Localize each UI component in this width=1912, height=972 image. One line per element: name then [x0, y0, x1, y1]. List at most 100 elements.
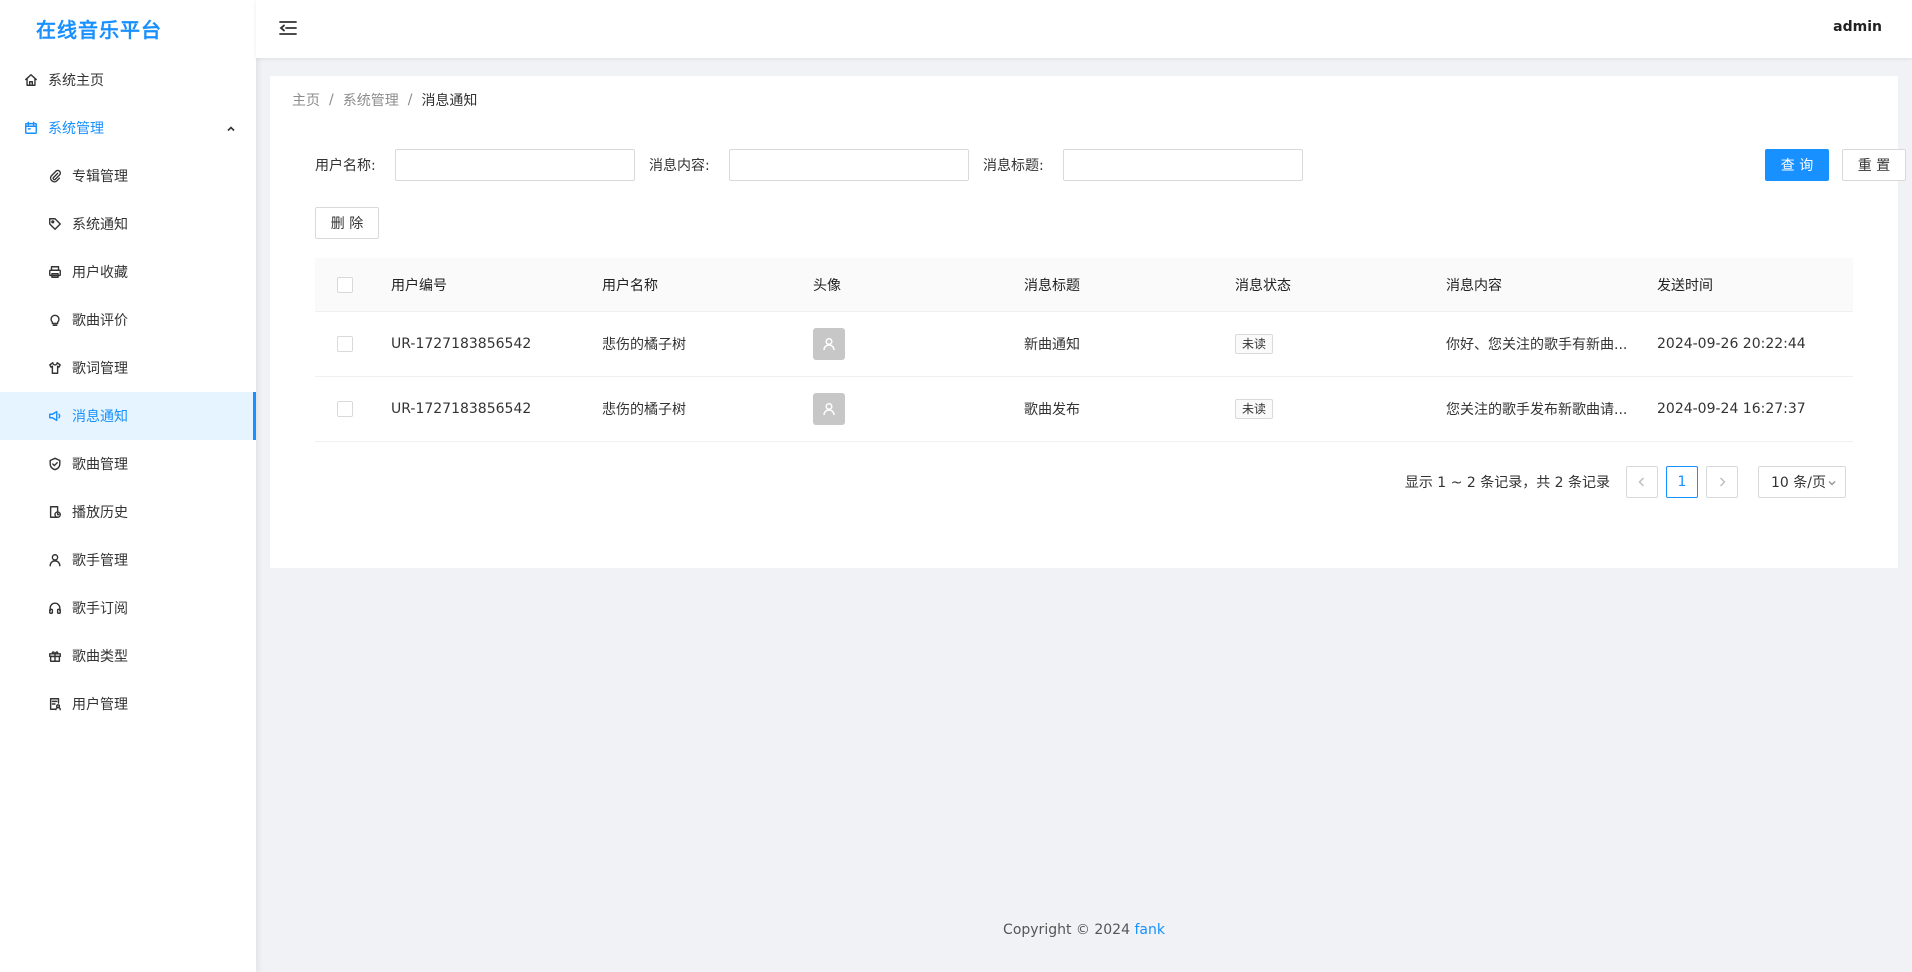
sidebar-item-song-review[interactable]: 歌曲评价	[0, 296, 256, 344]
megaphone-icon	[48, 409, 62, 423]
content-card: 主页 / 系统管理 / 消息通知 用户名称: 消息内容: 消息标题: 查 询 重…	[270, 76, 1906, 568]
pagination: 显示 1 ~ 2 条记录，共 2 条记录 1 10 条/页	[1405, 466, 1846, 498]
bulb-icon	[48, 313, 62, 327]
breadcrumb-separator: /	[407, 92, 413, 108]
page-size-value: 10 条/页	[1771, 475, 1826, 491]
paperclip-icon	[48, 169, 62, 183]
avatar	[813, 328, 845, 360]
gift-icon	[48, 649, 62, 663]
sidebar-item-label: 歌曲管理	[72, 457, 128, 473]
top-header: admin	[256, 0, 1912, 58]
home-icon	[24, 73, 38, 87]
table-header: 用户编号 用户名称 头像 消息标题 消息状态 消息内容 发送时间	[315, 258, 1853, 312]
sidebar-item-lyrics[interactable]: 歌词管理	[0, 344, 256, 392]
cell-time: 2024-09-26 20:22:44	[1657, 336, 1806, 352]
prev-page-button[interactable]	[1626, 466, 1658, 498]
messages-table: 用户编号 用户名称 头像 消息标题 消息状态 消息内容 发送时间 UR-1727…	[315, 258, 1853, 442]
row-checkbox[interactable]	[337, 401, 353, 417]
sidebar-item-label: 消息通知	[72, 409, 128, 425]
reset-button[interactable]: 重 置	[1842, 149, 1906, 181]
sidebar-item-messages[interactable]: 消息通知	[0, 392, 256, 440]
table-row[interactable]: UR-1727183856542 悲伤的橘子树 新曲通知 未读 你好、您关注的歌…	[315, 312, 1853, 377]
title-label: 消息标题:	[983, 158, 1044, 174]
select-all-checkbox[interactable]	[337, 276, 353, 293]
user-name-input[interactable]	[395, 149, 635, 181]
cell-title: 歌曲发布	[1024, 402, 1080, 418]
next-page-button[interactable]	[1706, 466, 1738, 498]
sidebar-item-users[interactable]: 用户管理	[0, 680, 256, 728]
sidebar-item-label: 系统通知	[72, 217, 128, 233]
delete-button[interactable]: 删 除	[315, 207, 379, 239]
sidebar-item-label: 用户管理	[72, 697, 128, 713]
breadcrumb: 主页 / 系统管理 / 消息通知	[292, 90, 477, 110]
sidebar-item-label: 歌手管理	[72, 553, 128, 569]
copyright-text: Copyright © 2024	[1003, 922, 1130, 938]
user-icon	[823, 402, 835, 416]
column-header: 消息状态	[1235, 277, 1291, 294]
user-file-icon	[48, 697, 62, 711]
printer-icon	[48, 265, 62, 279]
sidebar-item-song-types[interactable]: 歌曲类型	[0, 632, 256, 680]
page-size-select[interactable]: 10 条/页	[1758, 466, 1846, 498]
title-field: 消息标题:	[983, 148, 1303, 182]
app-title: 在线音乐平台	[36, 17, 162, 42]
sidebar-item-system-notice[interactable]: 系统通知	[0, 200, 256, 248]
sidebar-item-label: 歌词管理	[72, 361, 128, 377]
sidebar-item-songs[interactable]: 歌曲管理	[0, 440, 256, 488]
author-link[interactable]: fank	[1134, 922, 1165, 938]
title-input[interactable]	[1063, 149, 1303, 181]
breadcrumb-current: 消息通知	[421, 93, 478, 109]
breadcrumb-section[interactable]: 系统管理	[343, 90, 399, 110]
shirt-icon	[48, 361, 62, 375]
content-label: 消息内容:	[649, 158, 710, 174]
column-header: 发送时间	[1657, 277, 1713, 294]
sidebar-item-album[interactable]: 专辑管理	[0, 152, 256, 200]
chevron-right-icon	[1719, 477, 1726, 487]
cell-title: 新曲通知	[1024, 337, 1080, 353]
column-header: 用户编号	[391, 277, 447, 294]
sidebar-item-history[interactable]: 播放历史	[0, 488, 256, 536]
sidebar-item-label: 用户收藏	[72, 265, 128, 281]
status-badge: 未读	[1235, 399, 1274, 419]
sidebar-item-favorites[interactable]: 用户收藏	[0, 248, 256, 296]
sidebar-group-system[interactable]: 系统管理	[0, 104, 256, 152]
page-number[interactable]: 1	[1666, 466, 1698, 498]
search-form: 用户名称: 消息内容: 消息标题: 查 询 重 置	[315, 148, 1906, 182]
cell-user-name: 悲伤的橘子树	[602, 402, 686, 418]
sidebar-item-label: 歌曲评价	[72, 313, 128, 329]
sidebar-item-home[interactable]: 系统主页	[0, 56, 256, 104]
sidebar-item-subscriptions[interactable]: 歌手订阅	[0, 584, 256, 632]
user-menu[interactable]: admin	[1833, 19, 1882, 35]
column-header: 头像	[813, 277, 841, 294]
sidebar-item-label: 播放历史	[72, 505, 128, 521]
user-name-field: 用户名称:	[315, 148, 635, 182]
menu-fold-icon[interactable]	[278, 18, 298, 38]
history-icon	[48, 505, 62, 519]
query-button[interactable]: 查 询	[1765, 149, 1829, 181]
sidebar-item-label: 歌手订阅	[72, 601, 128, 617]
user-icon	[823, 337, 835, 351]
row-checkbox[interactable]	[337, 336, 353, 352]
user-icon	[48, 553, 62, 567]
sidebar: 在线音乐平台 系统主页 系统管理 专辑管理 系统通知 用户收藏 歌曲评价 歌词管…	[0, 0, 256, 972]
sidebar-item-label: 系统主页	[48, 73, 104, 89]
headphones-icon	[48, 601, 62, 615]
sidebar-item-label: 歌曲类型	[72, 649, 128, 665]
calendar-icon	[24, 121, 38, 135]
cell-content: 您关注的歌手发布新歌曲请...	[1446, 402, 1628, 418]
cell-user-name: 悲伤的橘子树	[602, 337, 686, 353]
content-field: 消息内容:	[649, 148, 969, 182]
shield-icon	[48, 457, 62, 471]
sidebar-item-label: 专辑管理	[72, 169, 128, 185]
sidebar-group-label: 系统管理	[48, 121, 104, 137]
pagination-total: 显示 1 ~ 2 条记录，共 2 条记录	[1404, 475, 1610, 491]
sidebar-item-singers[interactable]: 歌手管理	[0, 536, 256, 584]
cell-time: 2024-09-24 16:27:37	[1657, 401, 1806, 417]
breadcrumb-home[interactable]: 主页	[292, 90, 320, 110]
table-row[interactable]: UR-1727183856542 悲伤的橘子树 歌曲发布 未读 您关注的歌手发布…	[315, 377, 1853, 442]
content-input[interactable]	[729, 149, 969, 181]
avatar	[813, 393, 845, 425]
column-header: 消息内容	[1446, 277, 1502, 294]
cell-content: 你好、您关注的歌手有新曲...	[1446, 337, 1628, 353]
chevron-left-icon	[1638, 477, 1645, 487]
